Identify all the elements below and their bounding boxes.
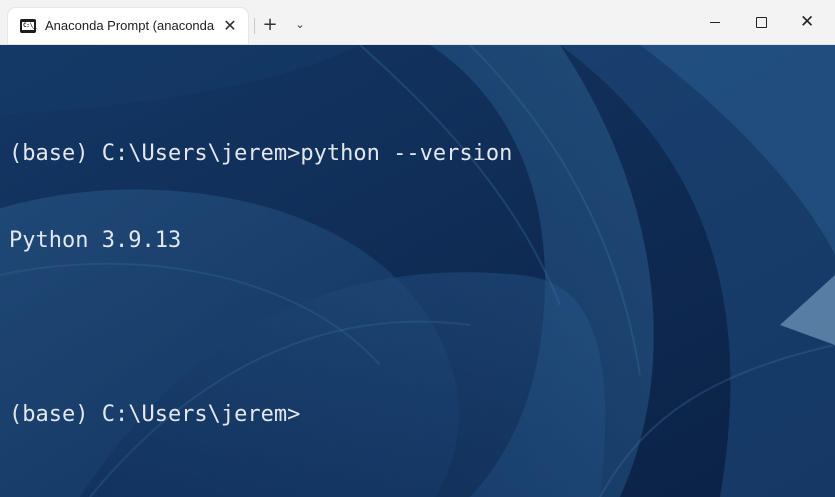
tab-dropdown-button[interactable]: ⌄ xyxy=(290,14,310,36)
terminal-output: (base) C:\Users\jerem>python --version P… xyxy=(9,81,512,487)
tab-title: Anaconda Prompt (anaconda3 xyxy=(45,18,215,33)
maximize-icon xyxy=(756,17,767,28)
close-window-icon: ✕ xyxy=(800,12,815,32)
maximize-button[interactable] xyxy=(738,4,784,40)
terminal-window: Anaconda Prompt (anaconda3 ✕ + ⌄ ✕ xyxy=(0,0,835,497)
new-tab-button[interactable]: + xyxy=(260,14,280,36)
terminal-line: Python 3.9.13 xyxy=(9,228,182,253)
tab-close-button[interactable]: ✕ xyxy=(220,16,240,36)
close-window-button[interactable]: ✕ xyxy=(784,4,830,40)
terminal-pane[interactable]: (base) C:\Users\jerem>python --version P… xyxy=(0,45,835,497)
tab-separator xyxy=(254,18,255,34)
title-bar: Anaconda Prompt (anaconda3 ✕ + ⌄ ✕ xyxy=(0,0,835,45)
minimize-button[interactable] xyxy=(692,4,738,40)
terminal-prompt-line: (base) C:\Users\jerem> xyxy=(9,402,301,427)
minimize-icon xyxy=(710,22,720,23)
terminal-line: (base) C:\Users\jerem>python --version xyxy=(9,141,513,166)
tab-anaconda-prompt[interactable]: Anaconda Prompt (anaconda3 ✕ xyxy=(8,8,248,44)
terminal-icon xyxy=(20,19,36,33)
